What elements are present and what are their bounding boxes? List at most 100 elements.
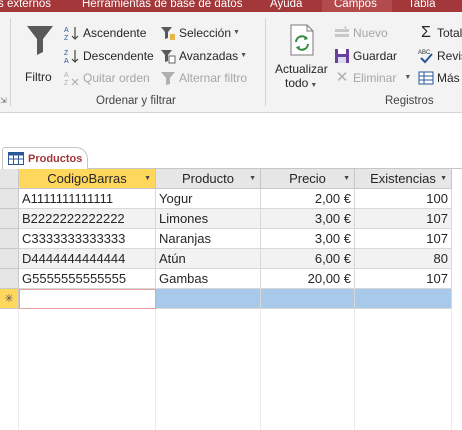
new-record-cell[interactable] [261, 289, 355, 309]
table-cell[interactable]: Gambas [156, 269, 261, 289]
svg-text:*: * [344, 26, 347, 33]
save-label: Guardar [353, 49, 398, 63]
table-cell[interactable]: 3,00 € [261, 229, 355, 249]
toggle-filter-button[interactable]: Alternar filtro [160, 69, 247, 87]
refresh-label-line1: Actualizar [275, 62, 328, 76]
sort-az-icon: AZ [64, 25, 80, 41]
table-cell[interactable]: Naranjas [156, 229, 261, 249]
ribbon-tab-bar: s externos Herramientas de base de datos… [0, 0, 462, 12]
table-cell[interactable]: Atún [156, 249, 261, 269]
tab-fields[interactable]: Campos [322, 0, 392, 12]
column-header-producto[interactable]: Producto ▼ [156, 169, 261, 189]
remove-sort-button[interactable]: AZ Quitar orden [64, 69, 150, 87]
row-selector[interactable] [0, 189, 19, 209]
svg-text:Z: Z [64, 80, 69, 86]
new-record-cell[interactable] [355, 289, 452, 309]
table-cell[interactable]: 107 [355, 229, 452, 249]
refresh-label-line2: todo [285, 76, 309, 90]
toggle-filter-label: Alternar filtro [179, 71, 248, 85]
remove-sort-label: Quitar orden [83, 71, 150, 85]
totals-label: Total [437, 26, 462, 40]
tab-database-tools[interactable]: Herramientas de base de datos [82, 0, 242, 12]
chevron-down-icon: ▼ [240, 52, 248, 59]
group-separator [10, 18, 11, 106]
records-group-label: Registros [385, 95, 434, 107]
sort-za-icon: ZA [64, 48, 80, 64]
advanced-filter-icon [160, 48, 176, 64]
row-selector[interactable] [0, 209, 19, 229]
table-cell[interactable]: 107 [355, 269, 452, 289]
spelling-icon: ABC [418, 48, 434, 64]
sigma-icon: Σ [421, 24, 431, 41]
table-cell[interactable]: 20,00 € [261, 269, 355, 289]
chevron-down-icon[interactable]: ▼ [249, 169, 256, 189]
table-cell[interactable]: Yogur [156, 189, 261, 209]
totals-button[interactable]: Σ Total [418, 24, 462, 42]
select-all-corner[interactable] [0, 169, 19, 189]
column-header-precio[interactable]: Precio ▼ [261, 169, 355, 189]
table-icon [8, 152, 24, 165]
new-record-cell[interactable] [19, 289, 156, 309]
chevron-down-icon[interactable]: ▼ [144, 169, 151, 189]
filter-label: Filtro [25, 70, 52, 84]
tab-table[interactable]: Tabla [408, 0, 436, 12]
table-cell[interactable]: 100 [355, 189, 452, 209]
sort-descending-button[interactable]: ZA Descendente [64, 47, 154, 65]
column-header-label: CodigoBarras [47, 171, 127, 186]
save-button[interactable]: Guardar [334, 47, 397, 65]
new-record-marker[interactable]: ✳ [0, 289, 19, 309]
more-label: Más [437, 71, 460, 85]
table-cell[interactable]: 80 [355, 249, 452, 269]
table-cell[interactable]: B2222222222222 [19, 209, 156, 229]
table-cell[interactable]: G5555555555555 [19, 269, 156, 289]
delete-button[interactable]: ✕ Eliminar ▼ [334, 69, 412, 87]
save-icon [334, 48, 350, 64]
row-selector[interactable] [0, 249, 19, 269]
new-record-icon: * [334, 25, 350, 41]
new-record-cell[interactable] [156, 289, 261, 309]
row-selector[interactable] [0, 229, 19, 249]
ribbon: ⇲ Filtro AZ Ascendente ZA Descendente AZ… [0, 12, 462, 113]
tab-help[interactable]: Ayuda [270, 0, 302, 12]
grid-line [354, 309, 355, 430]
tab-productos[interactable]: Productos [2, 147, 88, 169]
tab-external-data[interactable]: s externos [0, 0, 51, 12]
sort-ascending-label: Ascendente [83, 26, 147, 40]
column-header-existencias[interactable]: Existencias ▼ [355, 169, 452, 189]
table-cell[interactable]: D4444444444444 [19, 249, 156, 269]
more-grid-icon [418, 70, 434, 86]
grid-line [260, 309, 261, 430]
chevron-down-icon: ▼ [310, 82, 318, 89]
advanced-filter-button[interactable]: Avanzadas ▼ [160, 47, 247, 65]
selection-button[interactable]: Selección ▼ [160, 24, 240, 42]
chevron-down-icon[interactable]: ▼ [440, 169, 447, 189]
table-cell[interactable]: 2,00 € [261, 189, 355, 209]
row-selector[interactable] [0, 269, 19, 289]
more-button[interactable]: Más [418, 69, 460, 87]
table-cell[interactable]: 3,00 € [261, 209, 355, 229]
refresh-label-line2-wrap: todo ▼ [285, 76, 317, 90]
table-cell[interactable]: 107 [355, 209, 452, 229]
sort-ascending-button[interactable]: AZ Ascendente [64, 24, 146, 42]
table-cell[interactable]: C3333333333333 [19, 229, 156, 249]
refresh-all-button[interactable]: Actualizar todo ▼ [272, 22, 332, 92]
svg-text:A: A [64, 58, 69, 64]
selection-filter-icon [160, 25, 176, 41]
tab-productos-label: Productos [28, 152, 83, 165]
selection-label: Selección [179, 26, 232, 40]
datasheet: CodigoBarras ▼ Producto ▼ Precio ▼ Existenc… [0, 169, 462, 430]
funnel-icon [27, 26, 53, 55]
table-cell[interactable]: Limones [156, 209, 261, 229]
table-cell[interactable]: 6,00 € [261, 249, 355, 269]
dialog-launcher-icon[interactable]: ⇲ [0, 96, 7, 105]
sort-filter-group-label: Ordenar y filtrar [96, 95, 176, 107]
column-header-label: Precio [289, 171, 326, 186]
grid-line [155, 309, 156, 430]
chevron-down-icon[interactable]: ▼ [343, 169, 350, 189]
delete-icon: ✕ [335, 69, 349, 86]
spelling-button[interactable]: ABC Revis [418, 47, 462, 65]
table-cell[interactable]: A1111111111111 [19, 189, 156, 209]
column-header-codigobarras[interactable]: CodigoBarras ▼ [19, 169, 156, 189]
new-record-button[interactable]: * Nuevo [334, 24, 388, 42]
filter-button[interactable]: Filtro [22, 22, 58, 84]
